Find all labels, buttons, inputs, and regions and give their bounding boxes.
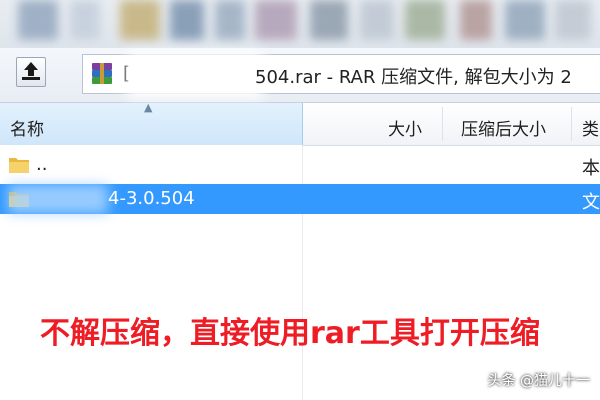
toolbar-button-blur[interactable] bbox=[215, 0, 245, 40]
address-redaction bbox=[135, 60, 255, 90]
annotation-text: 不解压缩，直接使用rar工具打开压缩 bbox=[40, 316, 540, 351]
toolbar-button-blur[interactable] bbox=[360, 0, 394, 40]
rar-archive-icon bbox=[92, 63, 112, 84]
toolbar-button-blur[interactable] bbox=[70, 0, 100, 40]
up-arrow-icon bbox=[22, 62, 40, 80]
address-prefix: [ bbox=[123, 63, 131, 84]
toolbar-blurred bbox=[0, 0, 600, 48]
archive-title: 504.rar - RAR 压缩文件, 解包大小为 2 bbox=[255, 67, 572, 88]
column-type-header[interactable]: 类 bbox=[582, 115, 599, 140]
toolbar-button-blur[interactable] bbox=[18, 0, 58, 40]
list-item-name: 4-3.0.504 bbox=[108, 188, 195, 209]
list-item[interactable]: .. 本 bbox=[0, 150, 600, 180]
toolbar-button-blur[interactable] bbox=[555, 0, 591, 40]
list-item-type: 文 bbox=[582, 192, 600, 213]
toolbar-button-blur[interactable] bbox=[405, 0, 445, 40]
toolbar-button-blur[interactable] bbox=[120, 0, 160, 40]
column-packed-size-header[interactable]: 压缩后大小 bbox=[461, 115, 546, 140]
toolbar-button-blur[interactable] bbox=[255, 0, 297, 40]
watermark: 头条 @猫儿十一 bbox=[487, 373, 590, 389]
toolbar-button-blur[interactable] bbox=[460, 0, 492, 40]
column-size-header[interactable]: 大小 bbox=[388, 115, 422, 140]
column-name-header[interactable]: ▲ 名称 bbox=[0, 101, 303, 145]
column-divider[interactable] bbox=[442, 107, 443, 141]
filename-redaction bbox=[8, 184, 108, 214]
toolbar-button-blur[interactable] bbox=[310, 0, 348, 40]
list-item-name: .. bbox=[36, 154, 48, 175]
list-item-type: 本 bbox=[582, 158, 600, 179]
column-name-label: 名称 bbox=[10, 120, 44, 140]
address-field[interactable]: [ 504.rar - RAR 压缩文件, 解包大小为 2 bbox=[82, 54, 600, 94]
sort-ascending-icon: ▲ bbox=[144, 101, 153, 114]
folder-icon bbox=[9, 158, 29, 173]
toolbar-button-blur[interactable] bbox=[170, 0, 204, 40]
column-divider[interactable] bbox=[571, 107, 572, 141]
up-folder-button[interactable] bbox=[16, 57, 46, 87]
address-bar-row: [ 504.rar - RAR 压缩文件, 解包大小为 2 bbox=[0, 48, 600, 103]
list-item-selected[interactable]: 4-3.0.504 文 bbox=[0, 184, 600, 214]
column-header: ▲ 名称 大小 压缩后大小 类 bbox=[0, 101, 600, 146]
toolbar-button-blur[interactable] bbox=[505, 0, 545, 40]
